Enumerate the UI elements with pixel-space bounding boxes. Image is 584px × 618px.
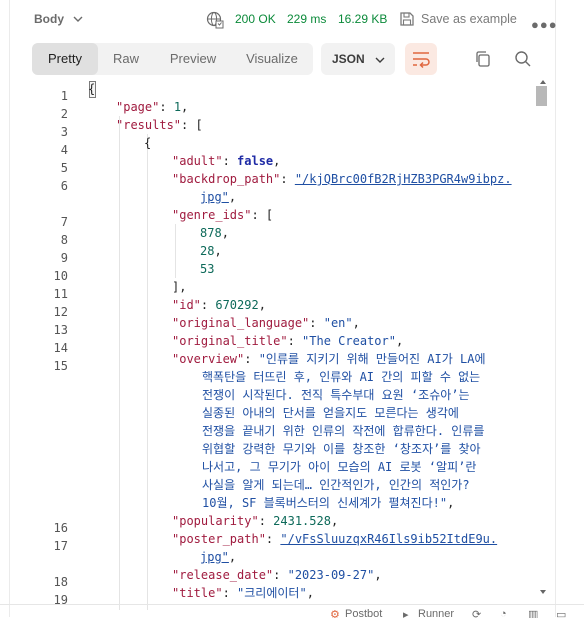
code-line: "id": 670292, bbox=[172, 298, 266, 312]
response-size[interactable]: 16.29 KB bbox=[338, 12, 387, 26]
code-line: 28, bbox=[200, 244, 222, 258]
chevron-down-icon bbox=[375, 57, 385, 63]
line-number: 15 bbox=[53, 359, 68, 373]
status-code[interactable]: 200 OK bbox=[235, 12, 276, 26]
line-number: 12 bbox=[53, 305, 68, 319]
json-response-body[interactable]: { "page": 1, "results": [ { "adult": fal… bbox=[88, 80, 532, 610]
code-line: { bbox=[88, 82, 96, 96]
indent-guide bbox=[175, 224, 176, 278]
code-line: "adult": false, bbox=[172, 154, 281, 168]
tab-pretty[interactable]: Pretty bbox=[32, 43, 98, 75]
backdrop-path-link[interactable]: "/kjQBrc00fB2RjHZB3PGR4w9ibpz. bbox=[295, 172, 512, 186]
line-number: 1 bbox=[60, 89, 68, 103]
response-toolbar: Pretty Raw Preview Visualize JSON bbox=[32, 43, 584, 77]
chevron-down-icon[interactable] bbox=[72, 13, 84, 25]
save-as-example-button[interactable]: Save as example bbox=[421, 12, 517, 26]
panel-right-border bbox=[555, 0, 556, 617]
line-number: 16 bbox=[53, 521, 68, 535]
format-select[interactable]: JSON bbox=[321, 43, 395, 75]
tab-raw[interactable]: Raw bbox=[100, 43, 152, 75]
code-line: "original_title": "The Creator", bbox=[172, 334, 404, 348]
scroll-up-arrow-icon[interactable] bbox=[540, 80, 546, 84]
code-line: "genre_ids": [ bbox=[172, 208, 274, 222]
scrollbar-thumb[interactable] bbox=[536, 86, 547, 106]
line-number: 9 bbox=[60, 251, 68, 265]
code-line: 전쟁이 시작된다. 전직 특수부대 요원 ‘조슈아’는 bbox=[202, 388, 470, 402]
code-line: 10월, SF 블록버스터의 신세계가 펼쳐진다!", bbox=[202, 496, 455, 510]
response-header: Body 200 OK 229 ms 16.29 KB Save as exam… bbox=[0, 0, 584, 40]
tab-visualize[interactable]: Visualize bbox=[234, 43, 310, 75]
line-number: 2 bbox=[60, 107, 68, 121]
poster-path-link[interactable]: "/vFsSluuzqxR46Ils9ib52ItdE9u. bbox=[280, 532, 497, 546]
indent-guide bbox=[147, 134, 148, 610]
response-time[interactable]: 229 ms bbox=[287, 12, 326, 26]
view-mode-tabs: Pretty Raw Preview Visualize bbox=[32, 43, 313, 75]
tab-preview[interactable]: Preview bbox=[156, 43, 230, 75]
body-tab[interactable]: Body bbox=[34, 12, 64, 26]
format-select-value: JSON bbox=[332, 52, 365, 66]
line-number: 3 bbox=[60, 125, 68, 139]
line-number: 18 bbox=[53, 575, 68, 589]
save-icon[interactable] bbox=[399, 11, 415, 27]
code-line: 나서고, 그 무기가 아이 모습의 AI 로봇 ‘알피’란 bbox=[202, 460, 477, 474]
line-number: 14 bbox=[53, 341, 68, 355]
code-line: "poster_path": "/vFsSluuzqxR46Ils9ib52It… bbox=[172, 532, 498, 546]
code-line: 전쟁을 끝내기 위한 인류의 작전에 합류한다. 인류를 bbox=[202, 424, 485, 438]
code-line: 사실을 알게 되는데… 인간적인가, 인간의 적인가? bbox=[202, 478, 470, 492]
line-number: 11 bbox=[53, 287, 68, 301]
line-number: 10 bbox=[53, 269, 68, 283]
search-icon[interactable] bbox=[514, 50, 532, 68]
line-number: 6 bbox=[60, 179, 68, 193]
code-line: jpg", bbox=[200, 550, 237, 564]
code-line: "backdrop_path": "/kjQBrc00fB2RjHZB3PGR4… bbox=[172, 172, 512, 186]
globe-network-icon[interactable] bbox=[206, 11, 224, 29]
panel-left-border bbox=[9, 0, 10, 617]
bottom-status-bar: ⚙ Postbot ▸ Runner ⟳ ◔ ▥ ▭ bbox=[0, 604, 584, 618]
code-line: 핵폭탄을 터뜨린 후, 인류와 AI 간의 피할 수 없는 bbox=[202, 370, 481, 384]
backdrop-path-link[interactable]: jpg" bbox=[200, 190, 229, 204]
wrap-lines-button[interactable] bbox=[405, 43, 437, 75]
line-number: 4 bbox=[60, 143, 68, 157]
code-line: jpg", bbox=[200, 190, 237, 204]
code-line: "original_language": "en", bbox=[172, 316, 360, 330]
code-line: "page": 1, bbox=[116, 100, 189, 114]
line-number: 7 bbox=[60, 215, 68, 229]
line-number: 8 bbox=[60, 233, 68, 247]
code-line: { bbox=[144, 136, 152, 150]
line-number: 17 bbox=[53, 539, 68, 553]
code-line: "overview": "인류를 지키기 위해 만들어진 AI가 LA에 bbox=[172, 352, 486, 366]
code-line: "popularity": 2431.528, bbox=[172, 514, 339, 528]
copy-icon[interactable] bbox=[474, 50, 492, 68]
more-options-icon[interactable]: ●●● bbox=[531, 17, 558, 32]
code-line: "title": "크리에이터", bbox=[172, 586, 314, 600]
code-line: 878, bbox=[200, 226, 229, 240]
code-line: 실종된 아내의 단서를 얻을지도 모른다는 생각에 bbox=[202, 406, 459, 420]
code-line: "release_date": "2023-09-27", bbox=[172, 568, 382, 582]
code-line: ], bbox=[172, 280, 187, 294]
code-line: 53 bbox=[200, 262, 215, 276]
poster-path-link[interactable]: jpg" bbox=[200, 550, 229, 564]
wrap-lines-icon bbox=[413, 52, 430, 69]
code-line: "results": [ bbox=[116, 118, 203, 132]
line-number: 13 bbox=[53, 323, 68, 337]
vertical-scrollbar[interactable] bbox=[536, 80, 548, 600]
code-line: 위협할 강력한 무기와 이를 창조한 ‘창조자’를 찾아 bbox=[202, 442, 481, 456]
indent-guide bbox=[119, 116, 120, 610]
scroll-down-arrow-icon[interactable] bbox=[540, 590, 546, 594]
line-number: 5 bbox=[60, 161, 68, 175]
